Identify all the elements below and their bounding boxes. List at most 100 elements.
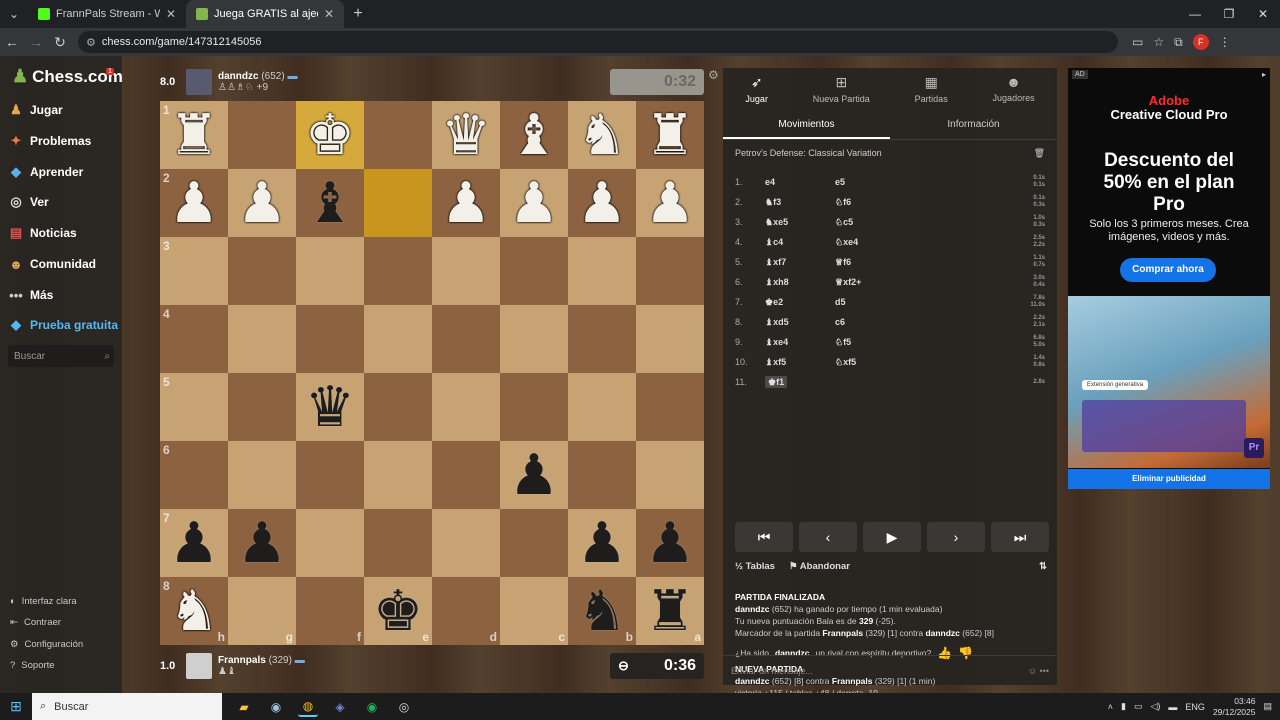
square[interactable]: [364, 441, 432, 509]
site-info-icon[interactable]: ⚙: [86, 36, 96, 49]
ad-cta-button[interactable]: Comprar ahora: [1120, 258, 1216, 282]
square[interactable]: ♜: [636, 101, 704, 169]
square[interactable]: [636, 305, 704, 373]
black-move[interactable]: ♘xe4: [835, 237, 905, 248]
square[interactable]: 2 ♟: [160, 169, 228, 237]
chrome-icon[interactable]: ◍: [298, 697, 318, 717]
square[interactable]: 1 ♜: [160, 101, 228, 169]
white-pawn-icon[interactable]: ♟: [509, 175, 559, 231]
winner-name[interactable]: danndzc: [735, 604, 769, 614]
tab-search-icon[interactable]: ⌄: [0, 0, 28, 28]
square[interactable]: ♛: [432, 101, 500, 169]
obs-icon[interactable]: ◎: [394, 697, 414, 717]
white-knight-icon[interactable]: ♞: [169, 583, 219, 639]
board-settings-gear-icon[interactable]: ⚙: [708, 68, 719, 82]
square[interactable]: [364, 101, 432, 169]
avatar[interactable]: [186, 69, 212, 95]
black-queen-icon[interactable]: ♛: [305, 379, 355, 435]
discord-icon[interactable]: ◈: [330, 697, 350, 717]
light-mode-toggle[interactable]: ◐ Interfaz clara: [10, 596, 77, 607]
first-move-button[interactable]: ⏮: [735, 522, 793, 552]
mic-icon[interactable]: ▮: [1121, 701, 1126, 712]
close-window-icon[interactable]: ✕: [1246, 0, 1280, 28]
square[interactable]: a ♜: [636, 577, 704, 645]
system-clock[interactable]: 03:46 29/12/2025: [1213, 696, 1256, 718]
square[interactable]: [568, 441, 636, 509]
tab-jugar[interactable]: ➶ Jugar: [745, 74, 768, 110]
tab-movimientos[interactable]: Movimientos: [723, 110, 890, 139]
white-king-icon[interactable]: ♚: [305, 107, 355, 163]
file-explorer-icon[interactable]: ▰: [234, 697, 254, 717]
square[interactable]: [500, 373, 568, 441]
black-knight-icon[interactable]: ♞: [577, 583, 627, 639]
black-move[interactable]: c6: [835, 317, 905, 327]
url-field[interactable]: ⚙ chess.com/game/147312145056: [78, 31, 1118, 53]
white-pawn-icon[interactable]: ♟: [577, 175, 627, 231]
tab-jugadores[interactable]: ☻ Jugadores: [993, 74, 1035, 110]
square[interactable]: ♞: [568, 101, 636, 169]
trash-icon[interactable]: 🗑: [1034, 148, 1045, 159]
square[interactable]: [364, 509, 432, 577]
white-pawn-icon[interactable]: ♟: [441, 175, 491, 231]
tab-partidas[interactable]: ▦ Partidas: [915, 74, 948, 110]
black-move[interactable]: ♘f6: [835, 197, 905, 208]
white-queen-icon[interactable]: ♛: [441, 107, 491, 163]
sidebar-item-mas[interactable]: ••• Más: [8, 287, 53, 303]
minimize-icon[interactable]: —: [1178, 0, 1212, 28]
square[interactable]: [568, 305, 636, 373]
windows-start-icon[interactable]: ⊞: [0, 698, 32, 715]
white-knight-icon[interactable]: ♞: [577, 107, 627, 163]
square[interactable]: ♟: [228, 169, 296, 237]
square[interactable]: [228, 101, 296, 169]
resign-button[interactable]: ⚑ Abandonar: [789, 561, 850, 572]
square[interactable]: ♟: [568, 509, 636, 577]
flip-board-icon[interactable]: ⇅: [1039, 561, 1047, 572]
tab-nueva-partida[interactable]: ⊞ Nueva Partida: [813, 74, 870, 110]
black-pawn-icon[interactable]: ♟: [237, 515, 287, 571]
sidebar-item-problemas[interactable]: ✦ Problemas: [8, 133, 92, 149]
ad-close-icon[interactable]: ▸: [1262, 70, 1266, 79]
square[interactable]: ♛: [296, 373, 364, 441]
black-pawn-icon[interactable]: ♟: [509, 447, 559, 503]
reload-icon[interactable]: ↻: [48, 34, 72, 51]
square[interactable]: [228, 305, 296, 373]
advertisement[interactable]: AD ▸ Adobe Creative Cloud Pro Descuento d…: [1068, 68, 1270, 489]
notification-badge[interactable]: 1: [106, 68, 114, 75]
sidebar-item-ver[interactable]: ◎ Ver: [8, 194, 48, 210]
square[interactable]: ♟: [500, 169, 568, 237]
browser-tab-0[interactable]: FrannPals Stream - Watch Live ✕: [28, 0, 186, 28]
square[interactable]: g: [228, 577, 296, 645]
language-indicator[interactable]: ENG: [1185, 702, 1205, 712]
spotify-icon[interactable]: ◉: [362, 697, 382, 717]
black-move[interactable]: ♕f6: [835, 257, 905, 268]
square[interactable]: [500, 305, 568, 373]
taskbar-search[interactable]: ⌕ Buscar: [32, 693, 222, 720]
black-bishop-icon[interactable]: ♝: [305, 175, 355, 231]
white-move[interactable]: ♝xh8: [765, 277, 835, 288]
black-pawn-icon[interactable]: ♟: [577, 515, 627, 571]
steam-icon[interactable]: ◉: [266, 697, 286, 717]
forward-icon[interactable]: →: [24, 34, 48, 50]
square[interactable]: [636, 373, 704, 441]
browser-tab-1[interactable]: Juega GRATIS al ajedrez on... ✕: [186, 0, 344, 28]
support-link[interactable]: ? Soporte: [10, 660, 55, 671]
black-move[interactable]: e5: [835, 177, 905, 187]
square[interactable]: [364, 169, 432, 237]
white-move[interactable]: ♝c4: [765, 237, 835, 248]
square[interactable]: ♟: [636, 169, 704, 237]
white-move[interactable]: ♞xe5: [765, 217, 835, 228]
square[interactable]: 7 ♟: [160, 509, 228, 577]
sidebar-search-input[interactable]: Buscar ⌕: [8, 345, 114, 367]
avatar[interactable]: [186, 653, 212, 679]
square[interactable]: 6: [160, 441, 228, 509]
sidebar-item-noticias[interactable]: ▤ Noticias: [8, 225, 77, 241]
chess-board[interactable]: 1 ♜ ♚ ♛ ♝ ♞ ♜ 2 ♟ ♟ ♝ ♟ ♟ ♟ ♟ 3 4 5 ♛ 6 ♟ 7 ♟ ♟ ♟ ♟ 8 h ♞ g f e ♚ d c b ♞ a ♜: [160, 101, 704, 645]
square[interactable]: ♟: [228, 509, 296, 577]
extensions-icon[interactable]: ⧉: [1174, 35, 1183, 50]
square[interactable]: ♝: [296, 169, 364, 237]
white-move[interactable]: ♝xf5: [765, 357, 835, 368]
black-move[interactable]: ♘xf5: [835, 357, 905, 368]
back-icon[interactable]: ←: [0, 34, 24, 50]
next-move-button[interactable]: ›: [927, 522, 985, 552]
square[interactable]: [500, 237, 568, 305]
